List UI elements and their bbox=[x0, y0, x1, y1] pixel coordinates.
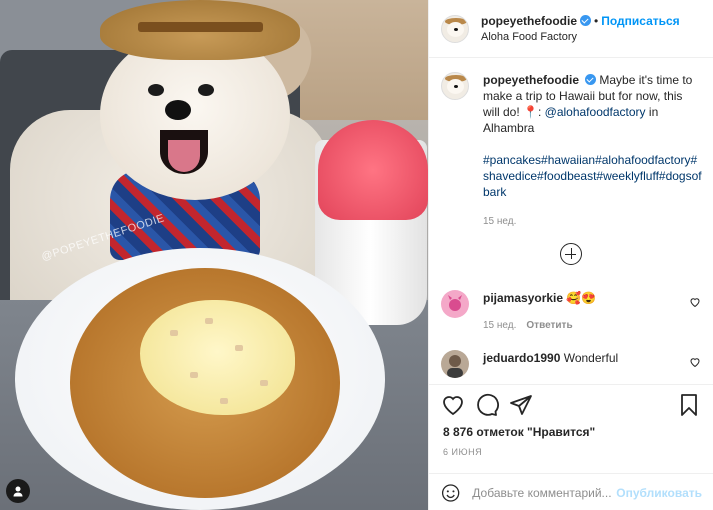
caption: popeyethefoodie Maybe it's time to make … bbox=[429, 72, 713, 230]
photo-crumb bbox=[170, 330, 178, 336]
mention-link[interactable]: @alohafoodfactory bbox=[545, 105, 646, 119]
caption-colon: : bbox=[537, 105, 545, 119]
comment-like-heart-icon[interactable] bbox=[689, 296, 701, 308]
header-text: popeyethefoodie • Подписаться Aloha Food F… bbox=[481, 13, 680, 45]
comment-bubble-icon[interactable] bbox=[475, 393, 499, 417]
pin-emoji: 📍 bbox=[523, 105, 538, 119]
add-comment-bar: Опубликовать bbox=[429, 473, 713, 510]
caption-body: popeyethefoodie Maybe it's time to make … bbox=[483, 72, 702, 230]
photo-crumb bbox=[205, 318, 213, 324]
comment: jeduardo1990 Wonderful bbox=[441, 350, 701, 378]
comment-username[interactable]: pijamasyorkie bbox=[483, 291, 563, 305]
caption-username[interactable]: popeyethefoodie bbox=[483, 73, 579, 87]
share-paper-plane-icon[interactable] bbox=[509, 393, 533, 417]
photo-crumb bbox=[220, 398, 228, 404]
likes-count[interactable]: 8 876 отметок "Нравится" bbox=[443, 425, 595, 439]
comment-meta: 15 нед. Ответить bbox=[483, 318, 596, 334]
photo-hat-band bbox=[138, 22, 263, 32]
photo-dog-tongue bbox=[168, 140, 200, 172]
comment-text: 🥰😍 bbox=[566, 291, 597, 305]
dog-silhouette-icon bbox=[448, 295, 462, 311]
publish-button[interactable]: Опубликовать bbox=[616, 486, 702, 500]
post-photo[interactable]: @POPEYETHEFOODIE bbox=[0, 0, 428, 510]
commenter-avatar[interactable] bbox=[441, 350, 469, 378]
comment: pijamasyorkie 🥰😍 15 нед. Ответить bbox=[441, 290, 701, 334]
photo-dog-eye bbox=[198, 84, 214, 96]
load-more-comments-button[interactable] bbox=[560, 243, 582, 265]
photo-dog-nose bbox=[165, 100, 191, 120]
photo-crumb bbox=[190, 372, 198, 378]
verified-badge-icon bbox=[580, 14, 592, 26]
post-actions: 8 876 отметок "Нравится" 6 ИЮНЯ Опублико… bbox=[429, 384, 713, 510]
photo-shave-ice bbox=[318, 120, 428, 220]
save-bookmark-icon[interactable] bbox=[677, 393, 701, 417]
caption-avatar[interactable] bbox=[441, 72, 469, 100]
photo-dog-eye bbox=[148, 84, 164, 96]
follow-button[interactable]: Подписаться bbox=[601, 14, 679, 28]
reply-button[interactable]: Ответить bbox=[526, 320, 572, 331]
comment-body: pijamasyorkie 🥰😍 15 нед. Ответить bbox=[483, 290, 596, 334]
person-photo-icon bbox=[447, 355, 463, 378]
verified-badge-icon bbox=[585, 74, 597, 85]
comment-body: jeduardo1990 Wonderful bbox=[483, 350, 618, 378]
author-username[interactable]: popeyethefoodie bbox=[481, 14, 577, 28]
comment-text: Wonderful bbox=[563, 351, 619, 365]
photo-crumb bbox=[235, 345, 243, 351]
photo-crumb bbox=[260, 380, 268, 386]
separator-dot: • bbox=[594, 13, 599, 28]
post-header: popeyethefoodie • Подписаться Aloha Food F… bbox=[429, 0, 713, 58]
caption-time[interactable]: 15 нед. bbox=[483, 214, 702, 230]
user-icon bbox=[13, 486, 23, 497]
comment-input[interactable] bbox=[472, 485, 613, 500]
like-heart-icon[interactable] bbox=[441, 393, 465, 417]
post-location[interactable]: Aloha Food Factory bbox=[481, 29, 680, 45]
comment-time[interactable]: 15 нед. bbox=[483, 320, 516, 331]
commenter-avatar[interactable] bbox=[441, 290, 469, 318]
post-side-panel: popeyethefoodie • Подписаться Aloha Food F… bbox=[428, 0, 713, 510]
emoji-smiley-icon[interactable] bbox=[441, 482, 460, 504]
author-avatar[interactable] bbox=[441, 14, 469, 43]
action-icons bbox=[441, 393, 703, 419]
comment-like-heart-icon[interactable] bbox=[689, 356, 701, 368]
hashtags-link[interactable]: #pancakes#hawaiian#alohafoodfactory#shav… bbox=[483, 152, 702, 200]
comment-username[interactable]: jeduardo1990 bbox=[483, 351, 560, 365]
tagged-users-button[interactable] bbox=[6, 479, 30, 503]
post-dialog: @POPEYETHEFOODIE popeyethefoodie • Подписа… bbox=[0, 0, 713, 510]
post-date[interactable]: 6 ИЮНЯ bbox=[443, 447, 482, 457]
